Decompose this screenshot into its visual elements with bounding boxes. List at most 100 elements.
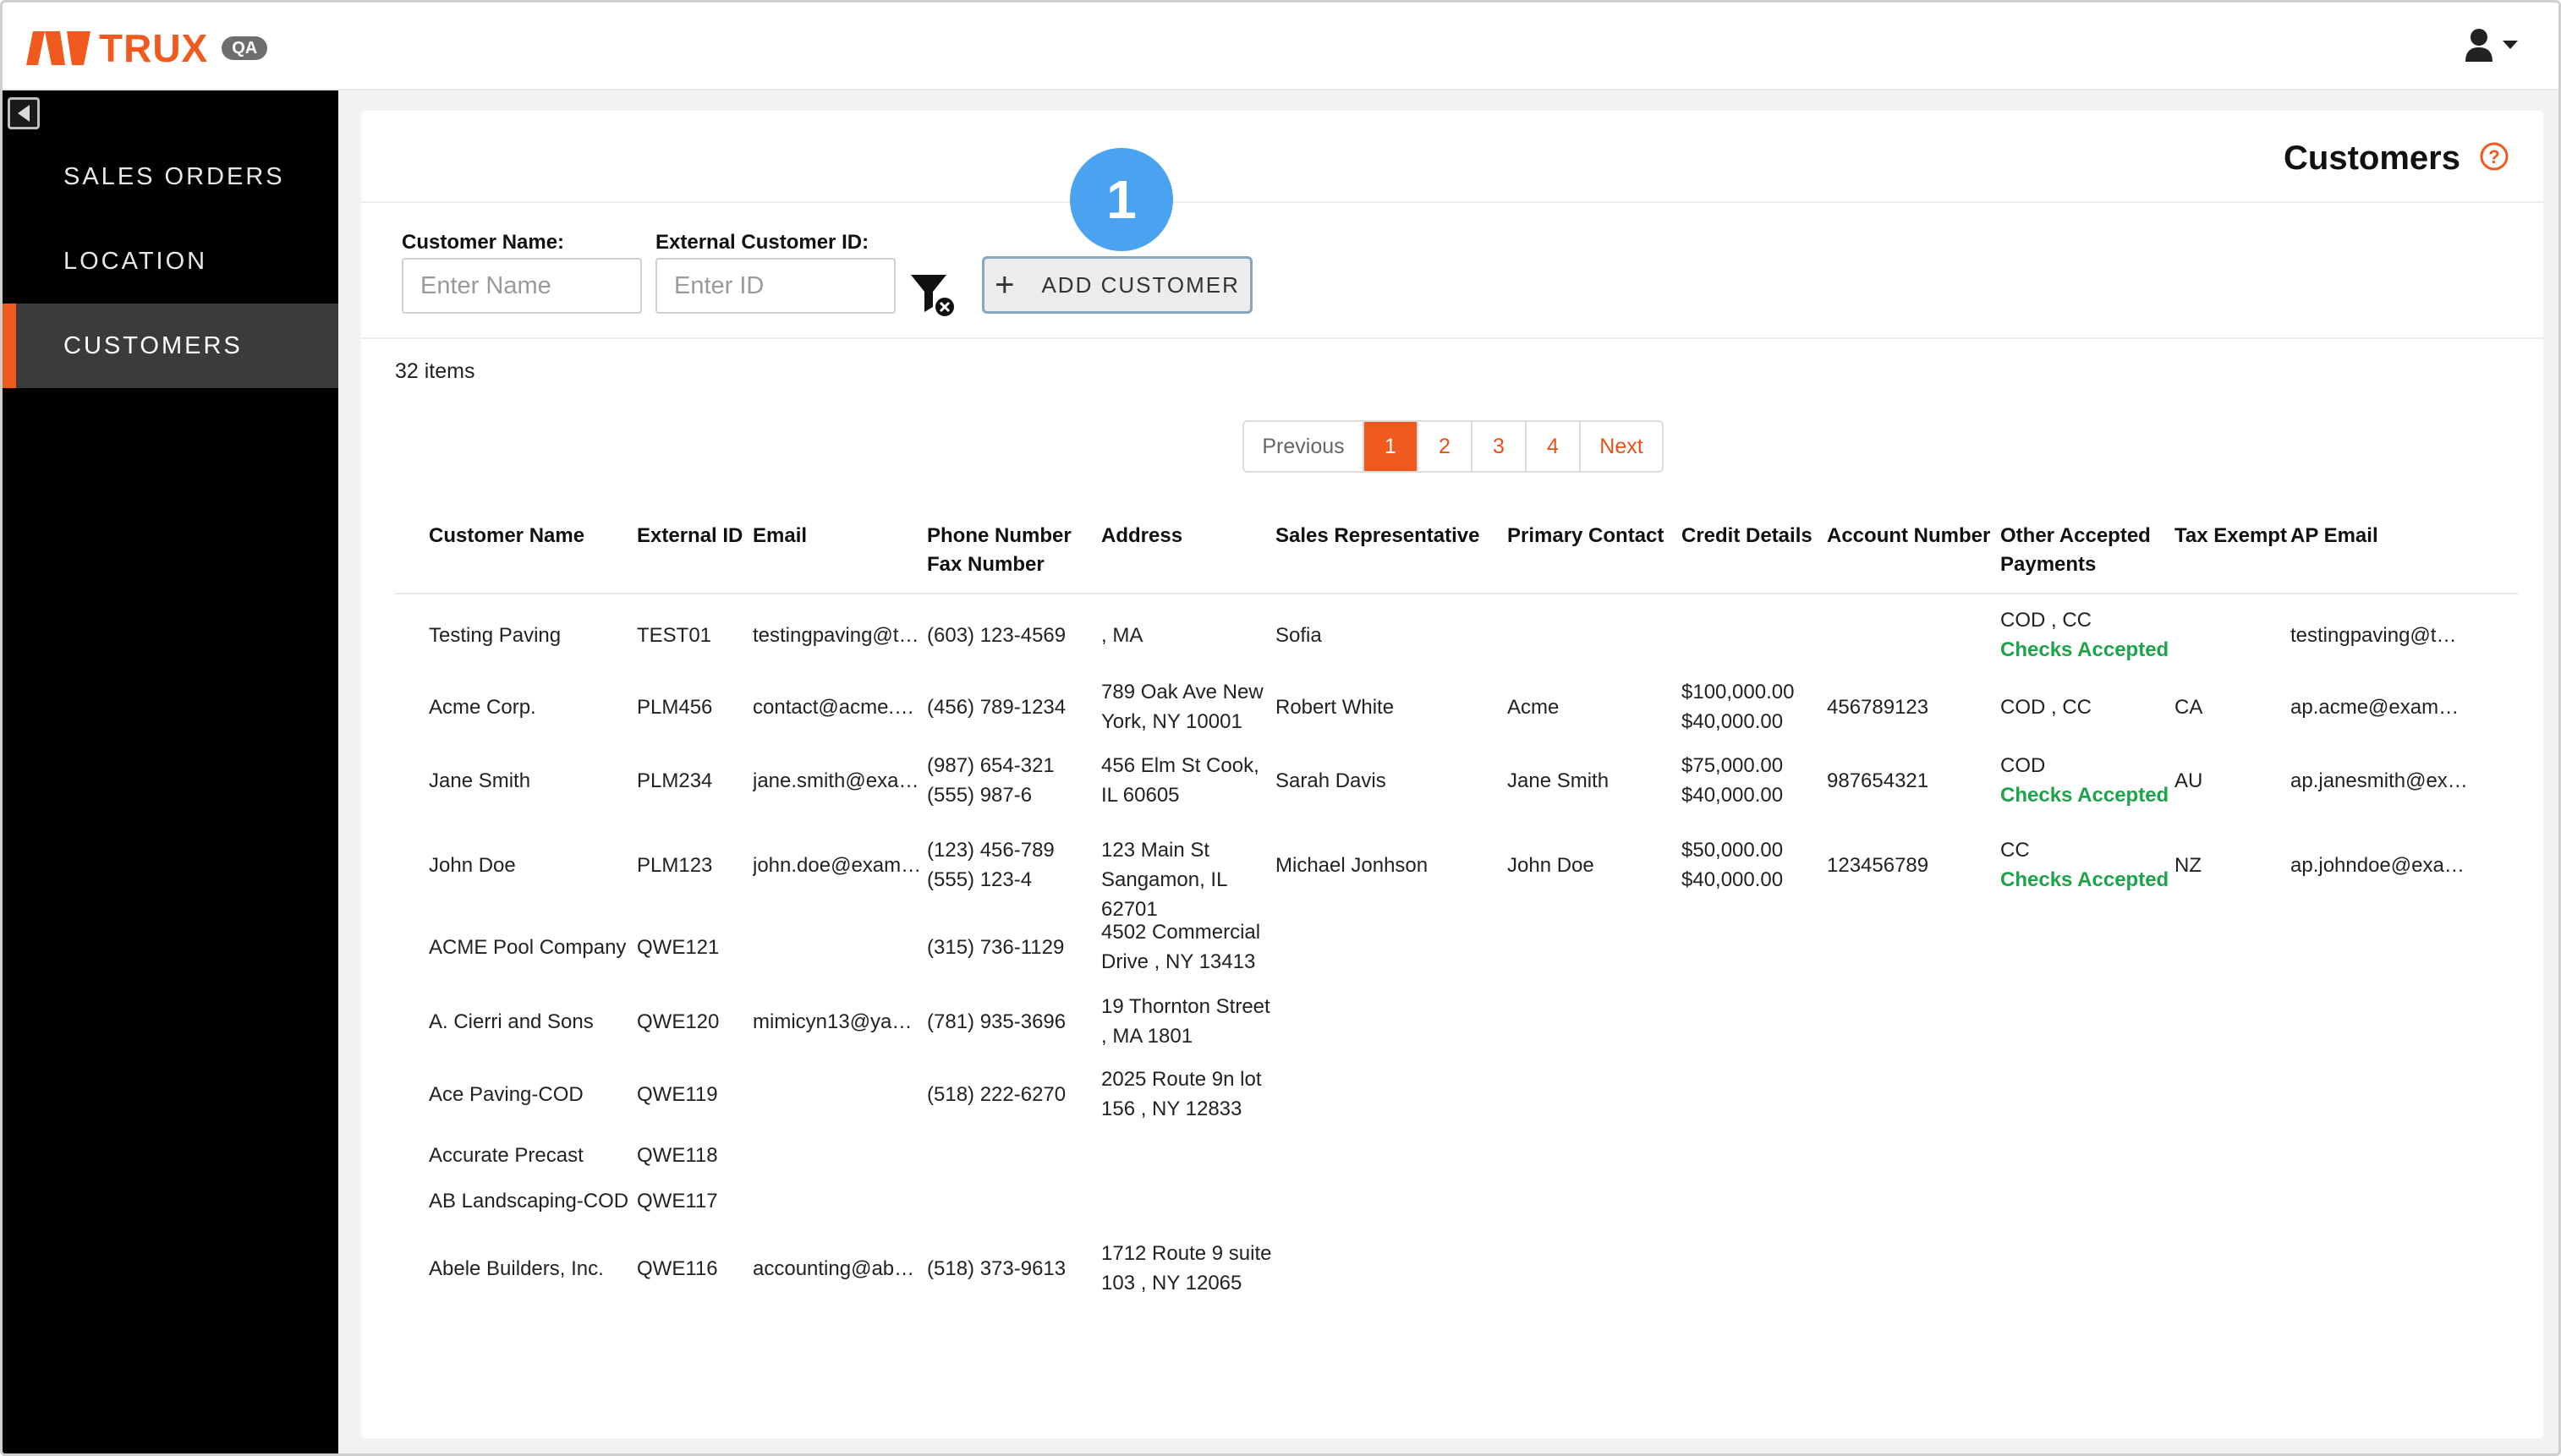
cell-external-id: QWE118: [637, 1143, 718, 1167]
collapse-sidebar-button[interactable]: [8, 97, 40, 129]
cell-external-id: QWE120: [637, 1010, 720, 1033]
cell-sales-rep-col: Sofia: [1275, 621, 1502, 650]
header-sales-rep[interactable]: Sales Representative: [1275, 522, 1479, 550]
header-account-number[interactable]: Account Number: [1827, 522, 1990, 550]
step-marker: 1: [1070, 148, 1173, 251]
top-bar: TRUX QA: [3, 3, 2558, 90]
brand-logo[interactable]: TRUX QA: [26, 29, 268, 68]
header-email[interactable]: Email: [753, 522, 807, 550]
header-customer-name[interactable]: Customer Name: [429, 522, 584, 550]
header-other-payments[interactable]: Other Accepted Payments: [2000, 522, 2151, 579]
table-row[interactable]: Jane Smith PLM234 jane.smith@exa… (987) 654…: [361, 747, 2543, 814]
customer-name-input[interactable]: [402, 258, 642, 314]
table-row[interactable]: AB Landscaping-COD QWE117: [361, 1180, 2543, 1222]
cell-external-id: QWE121: [637, 935, 720, 959]
table-row[interactable]: Ace Paving-COD QWE119 (518) 222-6270 2025 R…: [361, 1058, 2543, 1130]
external-id-input[interactable]: [655, 258, 896, 314]
cell-phone-fax-col: (603) 123-4569: [927, 621, 1096, 650]
cell-credit-limit: $100,000.00: [1681, 681, 1795, 703]
cell-customer-name-col: Acme Corp.: [429, 692, 632, 722]
cell-tax-exempt-col: CA: [2174, 692, 2288, 722]
cell-external-id-col: QWE120: [637, 1007, 750, 1037]
cell-customer-name: Ace Paving-COD: [429, 1082, 584, 1106]
cell-address-col: 4502 Commercial Drive , NY 13413: [1101, 917, 1272, 977]
caret-left-icon: [18, 105, 30, 122]
app-window: TRUX QA SALES ORDERS LOCATION CUSTOMERS …: [0, 0, 2561, 1456]
header-ap-email[interactable]: AP Email: [2290, 522, 2378, 550]
table-row[interactable]: Acme Corp. PLM456 contact@acme.c… (456) 789…: [361, 673, 2543, 741]
table-row[interactable]: A. Cierri and Sons QWE120 mimicyn13@yah… (7…: [361, 985, 2543, 1058]
chevron-down-icon: [2503, 41, 2518, 49]
header-primary-contact[interactable]: Primary Contact: [1507, 522, 1664, 550]
cell-address: 4502 Commercial Drive , NY 13413: [1101, 921, 1261, 973]
table-row[interactable]: Accurate Precast QWE118: [361, 1134, 2543, 1176]
cell-customer-name: ACME Pool Company: [429, 935, 627, 959]
cell-ap-email-col: ap.acme@exam…: [2290, 692, 2473, 722]
cell-phone-fax-col: (781) 935-3696: [927, 1007, 1096, 1037]
cell-email-col: contact@acme.c…: [753, 692, 922, 722]
cell-email: mimicyn13@yah…: [753, 1010, 922, 1033]
table-row[interactable]: Abele Builders, Inc. QWE116 accounting@abe…: [361, 1232, 2543, 1305]
table-row[interactable]: John Doe PLM123 john.doe@exam… (123) 456-78…: [361, 821, 2543, 921]
pagination-page-3[interactable]: 3: [1471, 422, 1525, 471]
cell-primary-contact-col: John Doe: [1507, 851, 1676, 880]
add-customer-button[interactable]: + ADD CUSTOMER: [982, 256, 1253, 314]
cell-phone: (987) 654-321: [927, 754, 1055, 777]
cell-customer-name-col: Ace Paving-COD: [429, 1080, 632, 1109]
table-row[interactable]: Testing Paving TEST01 testingpaving@t… (603…: [361, 601, 2543, 669]
pagination-previous[interactable]: Previous: [1244, 422, 1363, 471]
pagination-page-1[interactable]: 1: [1363, 422, 1417, 471]
cell-other-payments-col: CC Checks Accepted: [2000, 835, 2173, 895]
cell-other-payments: COD , CC: [2000, 609, 2092, 632]
cell-external-id-col: QWE117: [637, 1186, 750, 1216]
header-phone-fax[interactable]: Phone Number Fax Number: [927, 522, 1072, 579]
cell-credit-details-col: $100,000.00 $40,000.00: [1681, 677, 1823, 736]
header-external-id[interactable]: External ID: [637, 522, 743, 550]
cell-customer-name: Abele Builders, Inc.: [429, 1256, 604, 1280]
cell-customer-name: Accurate Precast: [429, 1143, 584, 1167]
cell-address-col: 789 Oak Ave New York, NY 10001: [1101, 677, 1272, 736]
cell-credit-limit: $50,000.00: [1681, 839, 1784, 862]
cell-phone: (781) 935-3696: [927, 1010, 1067, 1033]
cell-email: accounting@abe…: [753, 1256, 922, 1280]
clear-filter-icon[interactable]: [909, 270, 958, 319]
cell-address: 789 Oak Ave New York, NY 10001: [1101, 681, 1264, 733]
cell-address: , MA: [1101, 623, 1143, 647]
pagination-page-2[interactable]: 2: [1417, 422, 1471, 471]
sidebar-item-location[interactable]: LOCATION: [3, 219, 338, 304]
sidebar-item-sales-orders[interactable]: SALES ORDERS: [3, 134, 338, 219]
header-phone: Phone Number: [927, 524, 1072, 547]
cell-address: 19 Thornton Street , MA 1801: [1101, 995, 1270, 1048]
cell-credit-balance: $40,000.00: [1681, 710, 1784, 733]
cell-customer-name: John Doe: [429, 853, 516, 877]
filter-divider: [361, 337, 2543, 339]
checks-accepted-badge: Checks Accepted: [2000, 784, 2169, 807]
sidebar-item-customers[interactable]: CUSTOMERS: [3, 304, 338, 388]
table-row[interactable]: ACME Pool Company QWE121 (315) 736-1129 450…: [361, 911, 2543, 983]
user-menu[interactable]: [2464, 28, 2518, 62]
cell-sales-rep: Michael Jonhson: [1275, 853, 1429, 877]
cell-fax: (555) 987-6: [927, 784, 1033, 807]
cell-account-number: 123456789: [1827, 853, 1929, 877]
pagination-next[interactable]: Next: [1579, 422, 1662, 471]
cell-other-payments: COD , CC: [2000, 695, 2092, 719]
header-tax-exempt[interactable]: Tax Exempt: [2174, 522, 2287, 550]
cell-email: john.doe@exam…: [753, 853, 922, 877]
header-address[interactable]: Address: [1101, 522, 1182, 550]
header-credit-details[interactable]: Credit Details: [1681, 522, 1812, 550]
cell-tax-exempt-col: AU: [2174, 766, 2288, 796]
cell-ap-email: testingpaving@t…: [2290, 623, 2457, 647]
cell-tax-exempt: NZ: [2174, 853, 2202, 877]
cell-sales-rep: Sarah Davis: [1275, 769, 1386, 792]
cell-phone-fax-col: (987) 654-321 (555) 987-6: [927, 751, 1096, 810]
checks-accepted-badge: Checks Accepted: [2000, 638, 2169, 661]
cell-other-payments-col: COD , CC: [2000, 692, 2173, 722]
cell-phone: (603) 123-4569: [927, 623, 1067, 647]
cell-account-number: 987654321: [1827, 769, 1929, 792]
cell-phone: (456) 789-1234: [927, 695, 1067, 719]
pagination-page-4[interactable]: 4: [1525, 422, 1579, 471]
help-icon[interactable]: ?: [2479, 141, 2509, 172]
customers-panel: Customers ? 1 Customer Name: External Cu…: [361, 111, 2543, 1438]
cell-sales-rep-col: Robert White: [1275, 692, 1502, 722]
cell-ap-email-col: ap.janesmith@ex…: [2290, 766, 2473, 796]
